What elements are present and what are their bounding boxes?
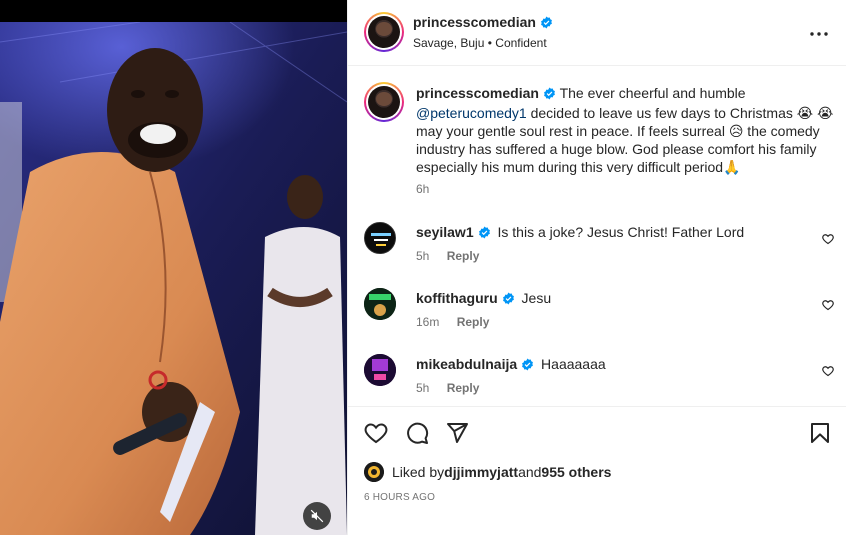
comment-meta: 5h Reply bbox=[416, 249, 479, 263]
commenter-avatar[interactable] bbox=[364, 288, 396, 320]
liker-avatar[interactable] bbox=[364, 462, 384, 482]
comment-item: koffithaguru Jesu 16m Reply bbox=[364, 288, 834, 346]
comment-time: 5h bbox=[416, 381, 430, 395]
comment-text: Is this a joke? Jesus Christ! Father Lor… bbox=[497, 224, 745, 240]
verified-badge-icon bbox=[502, 292, 515, 308]
author-username[interactable]: princesscomedian bbox=[413, 14, 536, 30]
comment-button[interactable] bbox=[405, 421, 429, 445]
post-video[interactable] bbox=[0, 0, 347, 535]
comment-username[interactable]: mikeabdulnaija bbox=[416, 356, 517, 372]
more-options-icon bbox=[810, 32, 828, 36]
reply-button[interactable]: Reply bbox=[447, 249, 480, 263]
likes-summary[interactable]: Liked by djjimmyjatt and 955 others bbox=[364, 462, 611, 482]
audio-track: Confident bbox=[495, 36, 547, 50]
send-icon bbox=[447, 423, 468, 443]
comment-body: mikeabdulnaija Haaaaaaa bbox=[416, 356, 606, 374]
caption-mention[interactable]: @peterucomedy1 bbox=[416, 105, 527, 121]
caption-author-avatar[interactable] bbox=[364, 82, 404, 122]
comment-meta: 5h Reply bbox=[416, 381, 479, 395]
reply-button[interactable]: Reply bbox=[457, 315, 490, 329]
bookmark-icon bbox=[811, 423, 829, 443]
post-timestamp[interactable]: 6 HOURS AGO bbox=[364, 492, 435, 503]
caption-body-1: The ever cheerful and humble bbox=[559, 85, 746, 101]
likes-others[interactable]: 955 others bbox=[541, 464, 611, 480]
video-frame-scene bbox=[0, 22, 347, 535]
caption-text: princesscomedian The ever cheerful and h… bbox=[416, 84, 836, 176]
author-name-row: princesscomedian bbox=[413, 14, 553, 34]
share-button[interactable] bbox=[445, 421, 469, 445]
comment-time: 5h bbox=[416, 249, 430, 263]
commenter-avatar[interactable] bbox=[364, 354, 396, 386]
more-options-button[interactable] bbox=[807, 24, 831, 44]
comment-like-icon[interactable] bbox=[822, 298, 834, 311]
audio-line[interactable]: Savage, Buju • Confident bbox=[413, 36, 547, 50]
verified-badge-icon bbox=[478, 226, 491, 242]
comment-username[interactable]: koffithaguru bbox=[416, 290, 498, 306]
caption-username[interactable]: princesscomedian bbox=[416, 85, 539, 101]
verified-badge-icon bbox=[543, 86, 556, 104]
comment-text: Haaaaaaa bbox=[541, 356, 606, 372]
comment-time: 16m bbox=[416, 315, 440, 329]
like-button[interactable] bbox=[364, 421, 388, 445]
comment-like-icon[interactable] bbox=[822, 232, 834, 245]
reply-button[interactable]: Reply bbox=[447, 381, 480, 395]
video-top-bar bbox=[0, 0, 347, 22]
verified-badge-icon bbox=[540, 16, 553, 34]
save-button[interactable] bbox=[808, 421, 832, 445]
author-avatar[interactable] bbox=[364, 12, 404, 52]
liker-username[interactable]: djjimmyjatt bbox=[444, 464, 518, 480]
comment-username[interactable]: seyilaw1 bbox=[416, 224, 474, 240]
likes-prefix: Liked by bbox=[392, 464, 445, 480]
comment-like-icon[interactable] bbox=[822, 364, 834, 377]
verified-badge-icon bbox=[521, 358, 534, 374]
post-panel: princesscomedian Savage, Buju • Confiden… bbox=[347, 0, 846, 535]
audio-artist: Savage, Buju bbox=[413, 36, 485, 50]
comment-text: Jesu bbox=[521, 290, 552, 306]
comment-item: mikeabdulnaija Haaaaaaa 5h Reply bbox=[364, 354, 834, 412]
muted-speaker-icon bbox=[310, 509, 324, 523]
likes-and: and bbox=[518, 464, 542, 480]
comment-body: koffithaguru Jesu bbox=[416, 290, 551, 308]
comment-meta: 16m Reply bbox=[416, 315, 489, 329]
caption-time: 6h bbox=[416, 182, 430, 196]
post-header: princesscomedian Savage, Buju • Confiden… bbox=[348, 0, 846, 66]
comment-item: seyilaw1 Is this a joke? Jesus Christ! F… bbox=[364, 222, 834, 280]
comment-body: seyilaw1 Is this a joke? Jesus Christ! F… bbox=[416, 224, 744, 242]
comment-icon bbox=[407, 422, 429, 444]
heart-icon bbox=[364, 423, 388, 444]
commenter-avatar[interactable] bbox=[364, 222, 396, 254]
mute-button[interactable] bbox=[303, 502, 331, 530]
post-action-bar bbox=[348, 406, 846, 456]
audio-separator: • bbox=[487, 36, 492, 50]
